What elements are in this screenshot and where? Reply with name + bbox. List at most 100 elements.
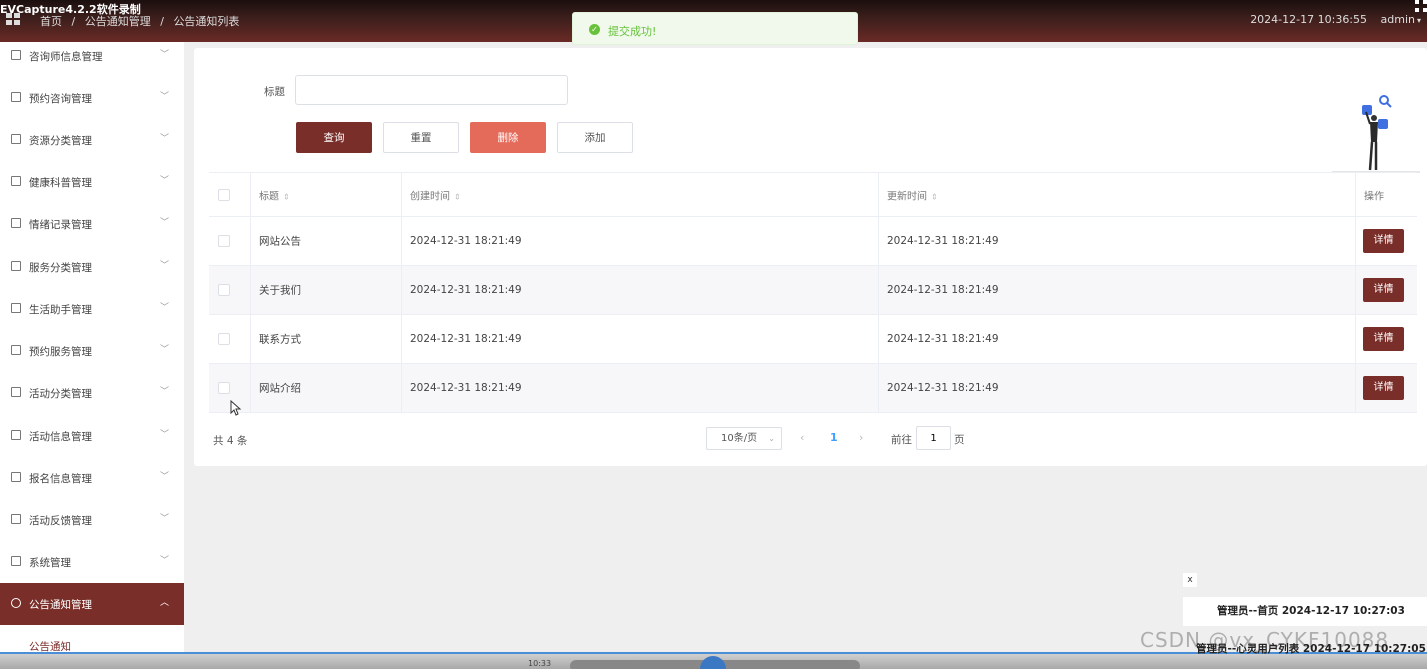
sort-icon[interactable]: ⇕ xyxy=(283,192,290,201)
toast-message: 提交成功! xyxy=(608,25,657,38)
row-updated: 2024-12-31 18:21:49 xyxy=(887,235,999,247)
sidebar-item-service-category[interactable]: 服务分类管理 ﹀ xyxy=(0,246,184,288)
add-button[interactable]: 添加 xyxy=(557,122,633,153)
document-icon xyxy=(11,176,21,186)
chevron-down-icon: ﹀ xyxy=(160,472,170,482)
total-count: 共 4 条 xyxy=(213,435,248,447)
search-title-input[interactable] xyxy=(295,75,568,105)
chevron-down-icon: ⌄ xyxy=(768,434,775,443)
grid-menu-icon[interactable] xyxy=(6,13,22,27)
playback-time: 10:33 xyxy=(528,659,552,668)
delete-button[interactable]: 删除 xyxy=(470,122,546,153)
header-actions: 操作 xyxy=(1356,173,1417,216)
top-right-info: 2024-12-17 10:36:55 admin ▾ xyxy=(1240,13,1421,26)
detail-button[interactable]: 详情 xyxy=(1363,327,1404,351)
detail-button[interactable]: 详情 xyxy=(1363,278,1404,302)
sidebar-item-appointment-consult[interactable]: 预约咨询管理 ﹀ xyxy=(0,77,184,119)
sidebar-item-activity-info[interactable]: 活动信息管理 ﹀ xyxy=(0,415,184,457)
chevron-down-icon: ﹀ xyxy=(160,50,170,60)
sidebar-item-label: 生活助手管理 xyxy=(29,304,92,316)
detail-button[interactable]: 详情 xyxy=(1363,229,1404,253)
breadcrumb-notice-management[interactable]: 公告通知管理 xyxy=(85,15,151,28)
chevron-down-icon: ﹀ xyxy=(160,303,170,313)
notice-table: 标题 ⇕ 创建时间 ⇕ 更新时间 ⇕ 操作 网站公告 2024-12-31 18:21… xyxy=(209,172,1417,413)
sidebar: 咨询师信息管理 ﹀ 预约咨询管理 ﹀ 资源分类管理 ﹀ 健康科普管理 ﹀ 情绪记… xyxy=(0,42,184,653)
sidebar-item-label: 健康科普管理 xyxy=(29,177,92,189)
goto-suffix: 页 xyxy=(954,434,965,446)
username[interactable]: admin xyxy=(1381,13,1415,26)
goto-page-input[interactable] xyxy=(916,426,951,450)
sidebar-item-label: 活动分类管理 xyxy=(29,388,92,400)
sidebar-item-label: 活动信息管理 xyxy=(29,431,92,443)
row-updated: 2024-12-31 18:21:49 xyxy=(887,333,999,345)
goto-label: 前往 xyxy=(891,434,912,446)
chevron-down-icon[interactable]: ▾ xyxy=(1417,16,1421,25)
fullscreen-icon[interactable] xyxy=(1415,0,1427,12)
sidebar-item-activity-category[interactable]: 活动分类管理 ﹀ xyxy=(0,372,184,414)
sidebar-item-activity-feedback[interactable]: 活动反馈管理 ﹀ xyxy=(0,499,184,541)
sidebar-item-life-assistant[interactable]: 生活助手管理 ﹀ xyxy=(0,288,184,330)
table-row: 关于我们 2024-12-31 18:21:49 2024-12-31 18:2… xyxy=(209,266,1417,315)
sidebar-item-registration-info[interactable]: 报名信息管理 ﹀ xyxy=(0,457,184,499)
sidebar-item-appointment-service[interactable]: 预约服务管理 ﹀ xyxy=(0,330,184,372)
image-icon xyxy=(11,556,21,566)
sidebar-item-label: 预约咨询管理 xyxy=(29,93,92,105)
sort-icon[interactable]: ⇕ xyxy=(454,192,461,201)
sidebar-item-health-science[interactable]: 健康科普管理 ﹀ xyxy=(0,161,184,203)
current-datetime: 2024-12-17 10:36:55 xyxy=(1250,13,1368,26)
notification-item: 管理员--首页 2024-12-17 10:27:03 xyxy=(1183,597,1427,626)
sidebar-item-system[interactable]: 系统管理 ﹀ xyxy=(0,541,184,583)
notification-item: 管理员--心灵用户列表 2024-12-17 10:27:05 xyxy=(1196,643,1426,655)
sidebar-item-label: 咨询师信息管理 xyxy=(29,51,103,63)
row-created: 2024-12-31 18:21:49 xyxy=(410,382,522,394)
header-created-time[interactable]: 创建时间 ⇕ xyxy=(402,173,879,216)
breadcrumb-home[interactable]: 首页 xyxy=(40,15,62,28)
reset-button[interactable]: 重置 xyxy=(383,122,459,153)
document-icon xyxy=(11,92,21,102)
document-icon xyxy=(11,472,21,482)
sidebar-item-resource-category[interactable]: 资源分类管理 ﹀ xyxy=(0,119,184,161)
header-title[interactable]: 标题 ⇕ xyxy=(251,173,402,216)
mouse-cursor-icon xyxy=(230,400,242,416)
chevron-down-icon: ﹀ xyxy=(160,92,170,102)
row-created: 2024-12-31 18:21:49 xyxy=(410,333,522,345)
sidebar-item-emotion-record[interactable]: 情绪记录管理 ﹀ xyxy=(0,203,184,245)
header-created-label: 创建时间 xyxy=(410,191,450,202)
sidebar-item-counselor-info[interactable]: 咨询师信息管理 ﹀ xyxy=(0,35,184,77)
chevron-up-icon: ︿ xyxy=(160,598,170,608)
sort-icon[interactable]: ⇕ xyxy=(931,192,938,201)
next-page-button[interactable]: › xyxy=(859,431,863,444)
breadcrumb-separator: / xyxy=(71,15,76,28)
page-size-select[interactable]: 10条/页 ⌄ xyxy=(706,427,782,450)
select-all-checkbox[interactable] xyxy=(218,188,230,201)
table-row: 网站介绍 2024-12-31 18:21:49 2024-12-31 18:2… xyxy=(209,364,1417,413)
user-menu[interactable]: admin ▾ xyxy=(1381,13,1421,26)
sidebar-item-label: 公告通知管理 xyxy=(29,599,92,611)
document-icon xyxy=(11,345,21,355)
detail-button[interactable]: 详情 xyxy=(1363,376,1404,400)
chevron-down-icon: ﹀ xyxy=(160,218,170,228)
row-checkbox[interactable] xyxy=(218,382,230,394)
page-size-value: 10条/页 xyxy=(721,433,758,444)
document-icon xyxy=(11,50,21,60)
breadcrumb-separator: / xyxy=(160,15,164,28)
header-updated-label: 更新时间 xyxy=(887,191,927,202)
page-number-current[interactable]: 1 xyxy=(830,431,838,444)
row-checkbox[interactable] xyxy=(218,235,230,247)
query-button[interactable]: 查询 xyxy=(296,122,372,153)
table-row: 网站公告 2024-12-31 18:21:49 2024-12-31 18:2… xyxy=(209,217,1417,266)
play-icon[interactable] xyxy=(700,656,726,669)
chevron-down-icon: ﹀ xyxy=(160,387,170,397)
notification-close-button[interactable]: x xyxy=(1183,573,1197,587)
chevron-down-icon: ﹀ xyxy=(160,176,170,186)
sidebar-item-notice-management[interactable]: 公告通知管理 ︿ xyxy=(0,583,184,625)
chevron-down-icon: ﹀ xyxy=(160,345,170,355)
sidebar-item-label: 资源分类管理 xyxy=(29,135,92,147)
header-updated-time[interactable]: 更新时间 ⇕ xyxy=(879,173,1356,216)
chevron-down-icon: ﹀ xyxy=(160,134,170,144)
sidebar-item-label: 服务分类管理 xyxy=(29,262,92,274)
prev-page-button[interactable]: ‹ xyxy=(800,431,804,444)
document-icon xyxy=(11,261,21,271)
row-checkbox[interactable] xyxy=(218,333,230,345)
row-checkbox[interactable] xyxy=(218,284,230,296)
